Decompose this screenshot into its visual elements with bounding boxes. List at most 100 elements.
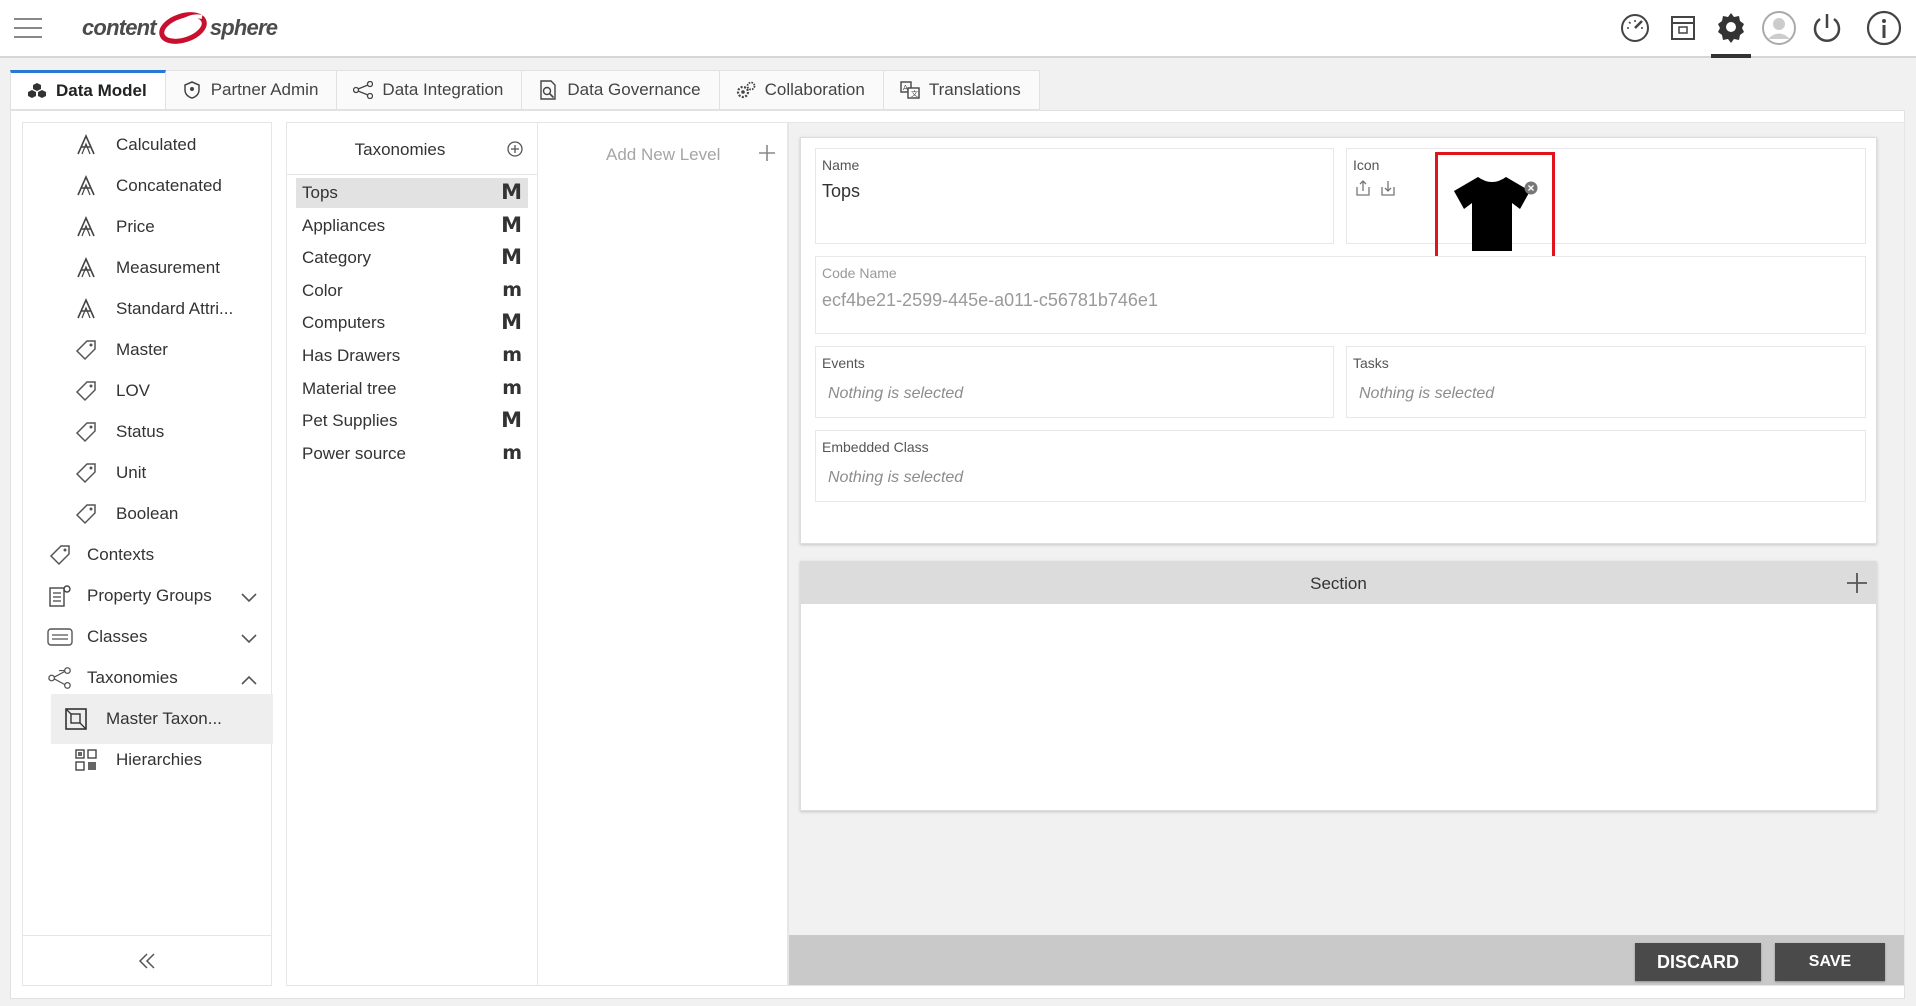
sidebar-item-label: Unit [116, 463, 147, 482]
levels-panel: Add New Level [538, 122, 788, 986]
embedded-class-label: Embedded Class [822, 439, 929, 455]
translate-icon: A文 [900, 80, 920, 100]
taxonomy-list-item[interactable]: Has Drawers m [296, 341, 528, 371]
taxonomy-label: Color [302, 280, 343, 300]
taxonomy-list-item[interactable]: Category M [296, 243, 528, 273]
user-avatar-icon[interactable] [1759, 8, 1799, 48]
sidebar-item-label: Price [116, 217, 155, 236]
name-field[interactable]: Name Tops [815, 148, 1334, 244]
tab-data-model[interactable]: Data Model [10, 70, 166, 110]
taxonomy-label: Power source [302, 443, 406, 463]
gears-icon [736, 80, 756, 100]
cubes-icon [27, 81, 47, 101]
taxonomy-label: Tops [302, 183, 338, 202]
taxonomy-type-badge: M [501, 180, 522, 204]
tasks-field[interactable]: Tasks Nothing is selected [1346, 346, 1866, 418]
events-field[interactable]: Events Nothing is selected [815, 346, 1334, 418]
taxonomy-list-item[interactable]: Tops M [296, 178, 528, 208]
icon-label: Icon [1353, 157, 1380, 173]
upload-icon[interactable] [1355, 179, 1371, 202]
chevron-down-icon[interactable] [241, 629, 257, 649]
taxonomy-list-item[interactable]: Appliances M [296, 211, 528, 241]
app-header: content sphere [0, 0, 1916, 58]
action-footer: DISCARD SAVE [789, 935, 1904, 985]
code-name-label: Code Name [822, 265, 897, 281]
hamburger-menu-icon[interactable] [14, 18, 42, 38]
add-section-plus-icon[interactable] [1846, 572, 1868, 599]
power-icon[interactable] [1807, 8, 1847, 48]
sidebar-item-label: Hierarchies [116, 750, 202, 769]
classes-icon [47, 624, 73, 650]
info-icon[interactable] [1864, 8, 1904, 48]
embedded-class-field[interactable]: Embedded Class Nothing is selected [815, 430, 1866, 502]
add-new-level-label[interactable]: Add New Level [606, 145, 720, 165]
archive-icon[interactable] [1663, 8, 1703, 48]
attribute-a-icon [73, 214, 99, 240]
taxonomy-label: Material tree [302, 378, 397, 398]
save-button[interactable]: SAVE [1775, 943, 1885, 981]
taxonomy-list-item[interactable]: Computers M [296, 308, 528, 338]
tab-data-governance[interactable]: Data Governance [522, 70, 720, 110]
collapse-sidebar-icon[interactable] [23, 935, 271, 985]
tag-icon [73, 501, 99, 527]
sidebar-item-label: LOV [116, 381, 151, 400]
t-shirt-icon[interactable] [1452, 175, 1532, 258]
taxonomy-list-header: Taxonomies [287, 123, 537, 175]
taxonomy-list-item[interactable]: Color m [296, 276, 528, 306]
taxonomy-icon [47, 665, 73, 691]
taxonomy-label: Pet Supplies [302, 411, 398, 431]
tab-collaboration[interactable]: Collaboration [719, 70, 884, 110]
add-level-plus-icon[interactable] [757, 143, 777, 168]
attribute-a-icon [73, 132, 99, 158]
sidebar-item-label: Taxonomies [87, 668, 178, 687]
taxonomy-list-item[interactable]: Material tree m [296, 374, 528, 404]
tag-icon [73, 337, 99, 363]
module-tabs: Data Model Partner Admin Data Integratio… [10, 70, 1040, 110]
logo-text-left: content [82, 15, 157, 40]
add-taxonomy-icon[interactable] [507, 141, 523, 162]
sidebar-item-label: Master [116, 340, 168, 359]
taxonomy-type-badge: m [502, 344, 522, 366]
taxonomy-type-badge: m [502, 278, 522, 301]
sidebar-item-label: Classes [87, 627, 148, 646]
tag-icon [73, 419, 99, 445]
discard-button[interactable]: DISCARD [1635, 943, 1761, 981]
taxonomy-type-badge: M [501, 408, 522, 433]
embedded-class-placeholder: Nothing is selected [828, 469, 964, 486]
events-placeholder: Nothing is selected [828, 385, 964, 402]
taxonomy-type-badge: M [501, 212, 522, 237]
tab-partner-admin[interactable]: Partner Admin [165, 70, 338, 110]
tab-translations[interactable]: A文 Translations [883, 70, 1040, 110]
gear-icon[interactable] [1711, 8, 1751, 58]
remove-icon[interactable] [1524, 181, 1538, 200]
sidebar-item-hierarchies[interactable]: Hierarchies [23, 735, 271, 785]
code-name-value: ecf4be21-2599-445e-a011-c56781b746e1 [822, 290, 1158, 310]
chevron-down-icon[interactable] [241, 588, 257, 608]
tag-icon [47, 542, 73, 568]
events-label: Events [822, 355, 865, 371]
taxonomy-list-item[interactable]: Pet Supplies M [296, 406, 528, 436]
taxonomy-list-item[interactable]: Power source m [296, 439, 528, 469]
taxonomy-label: Computers [302, 313, 386, 333]
sidebar-item-label: Status [116, 422, 165, 441]
share-nodes-icon [353, 80, 374, 100]
section-card: Section [800, 561, 1877, 811]
svg-text:A: A [903, 84, 908, 92]
app-logo[interactable]: content sphere [82, 10, 278, 46]
dashboard-icon[interactable] [1615, 8, 1655, 48]
sidebar-item-label: Measurement [116, 258, 220, 277]
chevron-up-icon[interactable] [241, 670, 257, 690]
taxonomy-type-badge: M [501, 245, 522, 270]
property-groups-icon [47, 583, 73, 609]
download-icon[interactable] [1380, 179, 1396, 202]
name-value[interactable]: Tops [822, 181, 860, 202]
tab-label: Collaboration [764, 80, 865, 99]
tab-data-integration[interactable]: Data Integration [337, 70, 523, 110]
icon-field: Icon [1346, 148, 1866, 272]
tab-label: Data Governance [567, 80, 701, 99]
sidebar-item-label: Standard Attri... [116, 299, 234, 318]
code-name-field: Code Name ecf4be21-2599-445e-a011-c56781… [815, 256, 1866, 334]
tab-label: Translations [928, 80, 1021, 99]
attribute-a-icon [73, 173, 99, 199]
attribute-a-icon [73, 296, 99, 322]
